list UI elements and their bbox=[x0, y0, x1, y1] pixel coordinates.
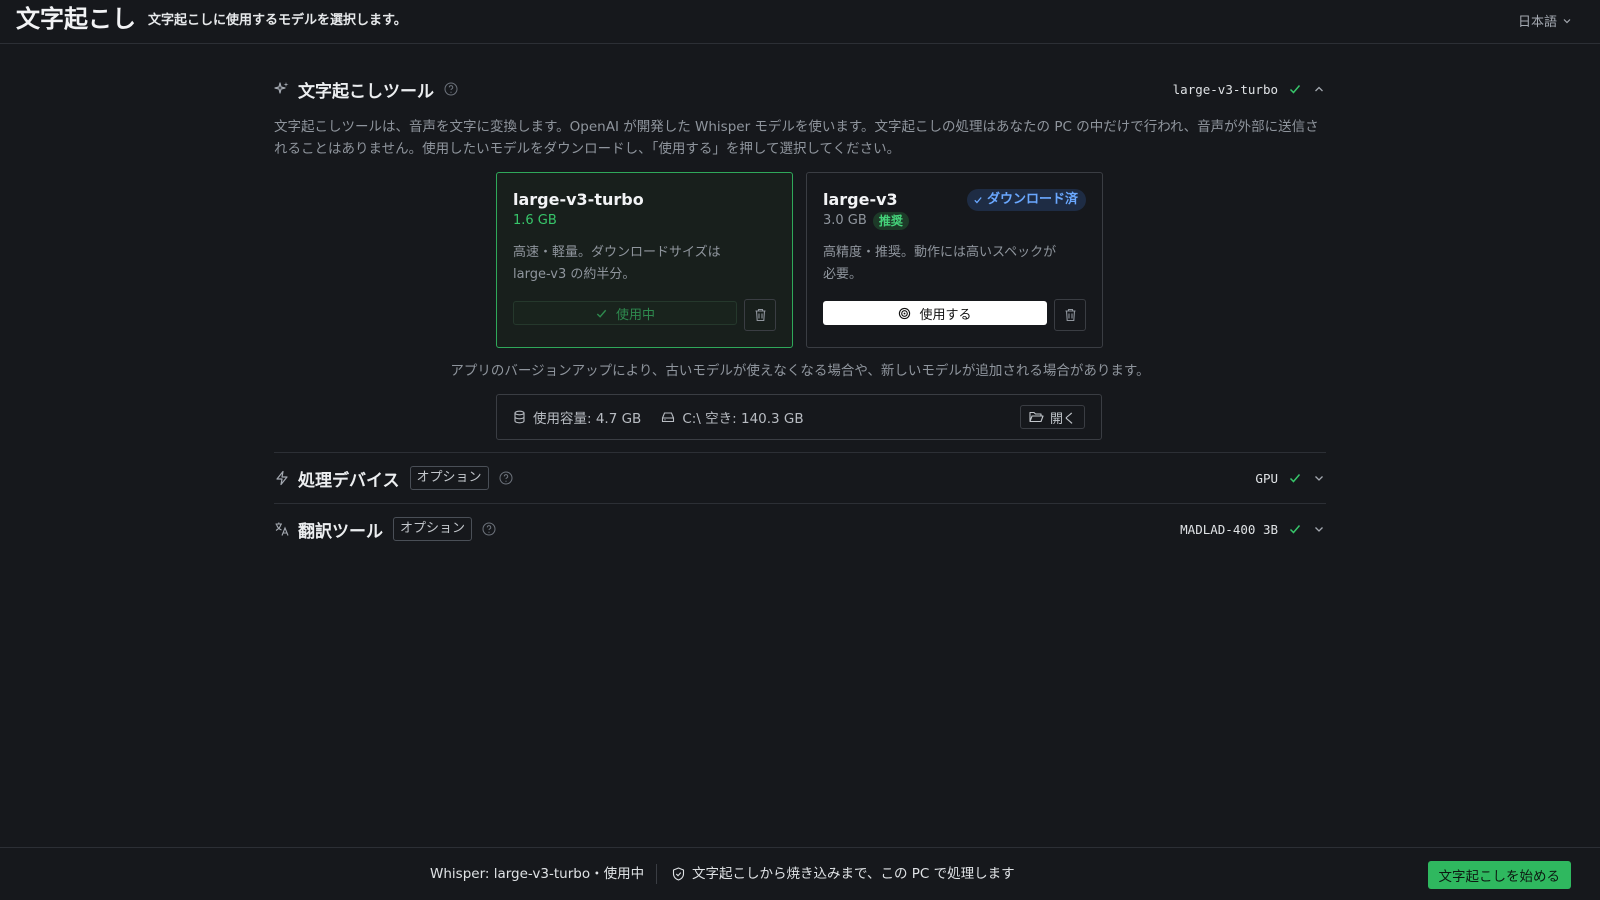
transcription-tool-section: 文字起こしツール large-v3-turbo 文字起こしツールは、音声を文字に… bbox=[274, 64, 1326, 440]
trash-icon bbox=[1064, 308, 1077, 322]
model-size: 1.6 GB bbox=[513, 212, 776, 230]
in-use-label: 使用中 bbox=[615, 307, 655, 323]
translation-tool-value: MADLAD-400 3B bbox=[1180, 521, 1278, 537]
storage-used-value: 使用容量: 4.7 GB bbox=[533, 411, 642, 427]
chevron-down-icon bbox=[1562, 16, 1572, 26]
option-badge: オプション bbox=[409, 466, 489, 490]
check-icon bbox=[973, 195, 983, 205]
check-icon bbox=[1288, 471, 1302, 485]
translation-tool-title: 翻訳ツール bbox=[298, 521, 383, 542]
sparkle-icon bbox=[274, 81, 290, 97]
storage-free-value: C:\ 空き: 140.3 GB bbox=[682, 411, 804, 427]
model-actions: 使用する bbox=[823, 299, 1086, 331]
downloaded-badge: ダウンロード済 bbox=[966, 189, 1086, 211]
language-select[interactable]: 日本語 bbox=[1518, 11, 1572, 30]
processing-device-value: GPU bbox=[1255, 470, 1278, 486]
translation-tool-status: MADLAD-400 3B bbox=[1180, 504, 1326, 554]
help-icon[interactable] bbox=[499, 471, 513, 485]
use-model-label: 使用する bbox=[919, 307, 972, 323]
lightning-icon bbox=[274, 470, 290, 486]
start-transcription-button[interactable]: 文字起こしを始める bbox=[1427, 861, 1571, 889]
downloaded-label: ダウンロード済 bbox=[986, 192, 1078, 207]
translation-tool-section: 翻訳ツール オプション MADLAD-400 3B bbox=[274, 504, 1326, 554]
option-badge: オプション bbox=[393, 517, 473, 541]
language-select-value: 日本語 bbox=[1517, 15, 1557, 30]
storage-info: 使用容量: 4.7 GB C:\ 空き: 140.3 GB 開く bbox=[496, 394, 1102, 440]
model-card-large-v3[interactable]: large-v3 ダウンロード済 3.0 GB 推奨 高精度・推奨。動作には高い… bbox=[806, 172, 1103, 348]
in-use-button: 使用中 bbox=[513, 301, 737, 325]
model-size-value: 1.6 GB bbox=[513, 213, 557, 228]
open-folder-label: 開く bbox=[1049, 411, 1076, 427]
model-card-large-v3-turbo[interactable]: large-v3-turbo 1.6 GB 高速・軽量。ダウンロードサイズは l… bbox=[496, 172, 793, 348]
settings-main: 文字起こしツール large-v3-turbo 文字起こしツールは、音声を文字に… bbox=[274, 44, 1326, 554]
transcription-tool-status: large-v3-turbo bbox=[1173, 64, 1326, 114]
translate-icon bbox=[274, 521, 290, 537]
app-footer: Whisper: large-v3-turbo・使用中 文字起こしから焼き込みま… bbox=[0, 847, 1600, 900]
page-title: 文字起こし bbox=[16, 5, 136, 33]
folder-open-icon bbox=[1029, 411, 1044, 423]
footer-privacy-text: 文字起こしから焼き込みまで、この PC で処理します bbox=[692, 866, 1015, 882]
app-header: 文字起こし 文字起こしに使用するモデルを選択します。 日本語 bbox=[0, 0, 1600, 44]
model-size-value: 3.0 GB bbox=[823, 213, 867, 228]
storage-free: C:\ 空き: 140.3 GB bbox=[661, 407, 804, 427]
model-cards: large-v3-turbo 1.6 GB 高速・軽量。ダウンロードサイズは l… bbox=[274, 172, 1326, 348]
chevron-down-icon[interactable] bbox=[1312, 471, 1326, 485]
check-icon bbox=[595, 307, 608, 320]
processing-device-section: 処理デバイス オプション GPU bbox=[274, 453, 1326, 503]
transcription-tool-value: large-v3-turbo bbox=[1172, 81, 1278, 97]
help-icon[interactable] bbox=[482, 522, 496, 536]
check-icon bbox=[1288, 522, 1302, 536]
model-description: 高速・軽量。ダウンロードサイズは large-v3 の約半分。 bbox=[513, 245, 721, 282]
model-name: large-v3-turbo bbox=[513, 190, 644, 209]
database-icon bbox=[513, 410, 526, 424]
open-folder-button[interactable]: 開く bbox=[1019, 405, 1085, 429]
transcription-tool-description: 文字起こしツールは、音声を文字に変換します。OpenAI が開発した Whisp… bbox=[274, 119, 1319, 157]
use-model-button[interactable]: 使用する bbox=[823, 301, 1047, 325]
help-icon[interactable] bbox=[444, 82, 458, 96]
model-size: 3.0 GB 推奨 bbox=[823, 212, 1086, 230]
check-icon bbox=[1288, 82, 1302, 96]
delete-model-button[interactable] bbox=[1054, 299, 1086, 331]
storage-used: 使用容量: 4.7 GB bbox=[513, 407, 641, 427]
transcription-tool-title: 文字起こしツール bbox=[298, 81, 434, 102]
version-note: アプリのバージョンアップにより、古いモデルが使えなくなる場合や、新しいモデルが追… bbox=[450, 363, 1150, 379]
chevron-up-icon[interactable] bbox=[1312, 82, 1326, 96]
delete-model-button[interactable] bbox=[744, 299, 776, 331]
shield-icon bbox=[672, 867, 685, 881]
transcription-tool-header[interactable]: 文字起こしツール large-v3-turbo bbox=[274, 64, 1326, 114]
hard-drive-icon bbox=[661, 411, 675, 423]
processing-device-status: GPU bbox=[1255, 453, 1326, 503]
processing-device-header[interactable]: 処理デバイス オプション GPU bbox=[274, 453, 1326, 503]
model-actions: 使用中 bbox=[513, 299, 776, 331]
processing-device-title: 処理デバイス bbox=[298, 470, 400, 491]
trash-icon bbox=[754, 308, 767, 322]
footer-divider bbox=[656, 864, 657, 884]
translation-tool-header[interactable]: 翻訳ツール オプション MADLAD-400 3B bbox=[274, 504, 1326, 554]
target-icon bbox=[898, 307, 911, 320]
page-subtitle: 文字起こしに使用するモデルを選択します。 bbox=[148, 13, 407, 28]
chevron-down-icon[interactable] bbox=[1312, 522, 1326, 536]
model-description: 高精度・推奨。動作には高いスペックが必要。 bbox=[823, 245, 1057, 282]
footer-model-status: Whisper: large-v3-turbo・使用中 bbox=[430, 866, 645, 882]
footer-privacy-note: 文字起こしから焼き込みまで、この PC で処理します bbox=[672, 865, 1015, 883]
recommended-badge: 推奨 bbox=[872, 212, 909, 230]
